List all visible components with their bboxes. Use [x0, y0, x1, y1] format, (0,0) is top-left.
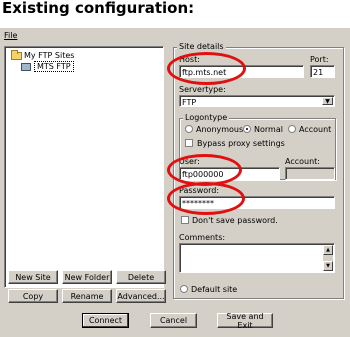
- normal-label: Normal: [254, 125, 283, 134]
- servertype-value: FTP: [182, 98, 197, 107]
- advanced-button[interactable]: Advanced...: [116, 289, 166, 303]
- new-folder-button[interactable]: New Folder: [62, 270, 112, 284]
- port-field[interactable]: 21: [310, 65, 335, 78]
- servertype-select[interactable]: FTP ▼: [179, 95, 335, 107]
- account-radio[interactable]: [288, 125, 296, 133]
- new-site-button[interactable]: New Site: [8, 270, 58, 284]
- site-details-title: Site details: [177, 42, 226, 51]
- dont-save-password-label: Don't save password.: [192, 216, 278, 225]
- site-manager-window: File My FTP Sites MTS FTP New Site New F…: [0, 27, 350, 337]
- servertype-label: Servertype:: [179, 85, 226, 94]
- tree-root-label: My FTP Sites: [24, 51, 75, 60]
- logontype-title: Logontype: [183, 113, 230, 122]
- cancel-button[interactable]: Cancel: [150, 313, 197, 328]
- page-heading: Existing configuration:: [2, 0, 195, 17]
- host-label: Host:: [179, 55, 200, 64]
- rename-button[interactable]: Rename: [62, 289, 112, 303]
- connect-button[interactable]: Connect: [82, 313, 129, 328]
- bypass-proxy-checkbox[interactable]: [185, 139, 193, 147]
- comments-label: Comments:: [179, 233, 226, 242]
- password-label: Password:: [179, 186, 220, 195]
- delete-button[interactable]: Delete: [116, 270, 166, 284]
- normal-radio[interactable]: [243, 125, 251, 133]
- account-label: Account: [299, 125, 332, 134]
- default-site-label: Default site: [191, 285, 238, 294]
- tree-item-mts-ftp[interactable]: MTS FTP: [21, 61, 74, 72]
- chevron-down-icon[interactable]: ▼: [322, 97, 333, 105]
- user-field[interactable]: ftp000000: [179, 167, 280, 180]
- comments-textarea[interactable]: ▲ ▼: [179, 243, 335, 273]
- folder-icon: [11, 49, 22, 60]
- comments-scrollbar[interactable]: ▲ ▼: [323, 245, 333, 271]
- anonymous-radio[interactable]: [185, 125, 193, 133]
- save-and-exit-button[interactable]: Save and Exit: [217, 312, 273, 330]
- menu-file[interactable]: File: [4, 31, 17, 40]
- site-tree[interactable]: My FTP Sites MTS FTP: [4, 46, 164, 288]
- tree-child-label: MTS FTP: [34, 61, 74, 72]
- dont-save-password-checkbox[interactable]: [181, 216, 189, 224]
- default-site-radio[interactable]: [180, 285, 188, 293]
- scroll-down-icon[interactable]: ▼: [323, 261, 333, 271]
- menubar: File: [4, 31, 17, 40]
- account-field-label: Account:: [285, 157, 320, 166]
- computer-icon: [21, 62, 31, 71]
- scroll-up-icon[interactable]: ▲: [323, 245, 333, 255]
- bypass-proxy-label: Bypass proxy settings: [197, 139, 285, 148]
- host-field[interactable]: ftp.mts.net: [179, 65, 304, 78]
- copy-button[interactable]: Copy: [8, 289, 58, 303]
- password-field[interactable]: ********: [179, 196, 335, 209]
- tree-item-my-ftp-sites[interactable]: My FTP Sites: [11, 49, 75, 60]
- account-field[interactable]: [285, 167, 335, 180]
- anonymous-label: Anonymous: [196, 125, 244, 134]
- user-label: User:: [179, 157, 200, 166]
- port-label: Port:: [310, 55, 329, 64]
